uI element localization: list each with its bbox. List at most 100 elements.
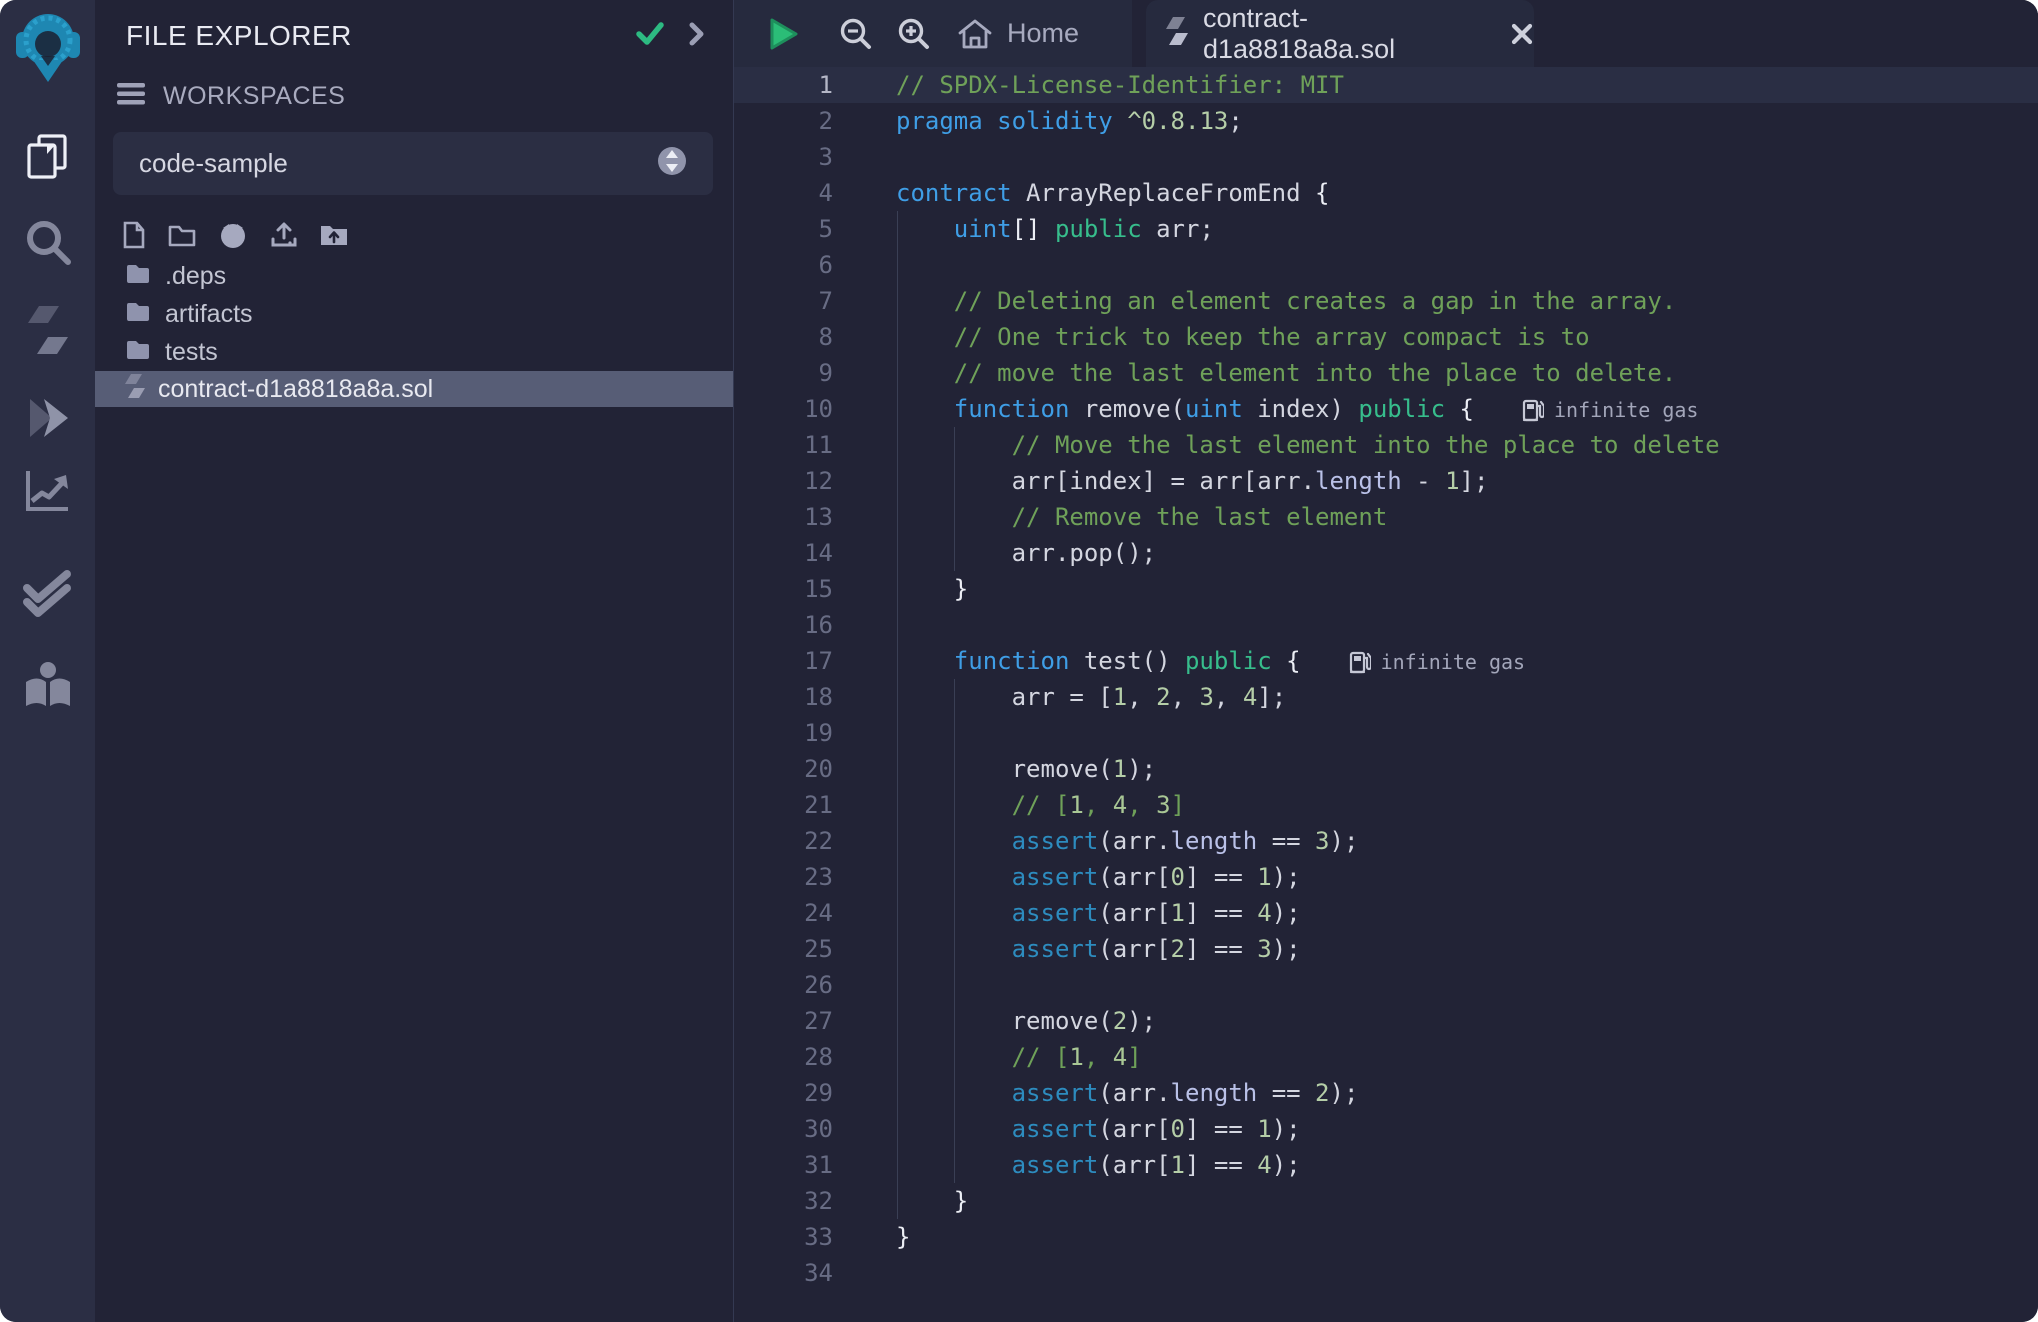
folder-row[interactable]: .deps [95,257,733,295]
line-number[interactable]: 18 [734,679,833,715]
code-line[interactable]: 32 } [734,1183,2038,1219]
line-number[interactable]: 4 [734,175,833,211]
code-line[interactable]: 7 // Deleting an element creates a gap i… [734,283,2038,319]
code-line[interactable]: 6 [734,247,2038,283]
code-line[interactable]: 1// SPDX-License-Identifier: MIT [734,67,2038,103]
code-line[interactable]: 22 assert(arr.length == 3); [734,823,2038,859]
code-line[interactable]: 14 arr.pop(); [734,535,2038,571]
code-line-content[interactable]: arr = [1, 2, 3, 4]; [833,679,1286,715]
code-line-content[interactable]: assert(arr[2] == 3); [833,931,1301,967]
new-folder-icon[interactable] [168,222,196,248]
code-line-content[interactable]: // Remove the last element [833,499,1387,535]
line-number[interactable]: 28 [734,1039,833,1075]
code-line[interactable]: 28 // [1, 4] [734,1039,2038,1075]
line-number[interactable]: 1 [734,67,833,103]
code-line[interactable]: 16 [734,607,2038,643]
code-line-content[interactable]: } [833,1183,968,1219]
line-number[interactable]: 33 [734,1219,833,1255]
code-line[interactable]: 21 // [1, 4, 3] [734,787,2038,823]
sidebar-item-solidity-compiler[interactable] [0,304,95,356]
code-line-content[interactable] [833,967,896,1003]
sidebar-item-search[interactable] [0,216,95,268]
code-line[interactable]: 13 // Remove the last element [734,499,2038,535]
code-line-content[interactable]: assert(arr.length == 3); [833,823,1358,859]
line-number[interactable]: 9 [734,355,833,391]
code-line-content[interactable]: contract ArrayReplaceFromEnd { [833,175,1329,211]
code-line-content[interactable] [833,1255,896,1291]
sidebar-item-deploy-and-run[interactable] [0,393,95,443]
code-line[interactable]: 17 function test() public {infinite gas [734,643,2038,679]
code-line-content[interactable]: function remove(uint index) public {infi… [833,391,1698,427]
zoom-in-button[interactable] [896,16,932,52]
line-number[interactable]: 29 [734,1075,833,1111]
code-line[interactable]: 34 [734,1255,2038,1291]
code-line[interactable]: 29 assert(arr.length == 2); [734,1075,2038,1111]
workspace-select[interactable]: code-sample [113,132,713,195]
line-number[interactable]: 7 [734,283,833,319]
code-line-content[interactable]: function test() public {infinite gas [833,643,1525,679]
line-number[interactable]: 22 [734,823,833,859]
sidebar-item-statistics[interactable] [0,465,95,515]
line-number[interactable]: 10 [734,391,833,427]
code-line[interactable]: 19 [734,715,2038,751]
line-number[interactable]: 17 [734,643,833,679]
code-line[interactable]: 4contract ArrayReplaceFromEnd { [734,175,2038,211]
code-line-content[interactable]: // SPDX-License-Identifier: MIT [833,67,1344,103]
code-line[interactable]: 2pragma solidity ^0.8.13; [734,103,2038,139]
code-line[interactable]: 10 function remove(uint index) public {i… [734,391,2038,427]
sidebar-item-learneth[interactable] [0,661,95,713]
hamburger-menu-icon[interactable] [116,81,146,112]
code-line-content[interactable]: assert(arr.length == 2); [833,1075,1358,1111]
line-number[interactable]: 15 [734,571,833,607]
line-number[interactable]: 32 [734,1183,833,1219]
tab-contract-file[interactable]: contract-d1a8818a8a.sol [1146,0,1534,67]
code-line[interactable]: 9 // move the last element into the plac… [734,355,2038,391]
upload-file-icon[interactable] [270,221,298,249]
upload-folder-icon[interactable] [320,223,348,247]
code-line[interactable]: 31 assert(arr[1] == 4); [734,1147,2038,1183]
line-number[interactable]: 2 [734,103,833,139]
line-number[interactable]: 3 [734,139,833,175]
accept-check-icon[interactable] [635,21,665,52]
code-line[interactable]: 27 remove(2); [734,1003,2038,1039]
code-line[interactable]: 23 assert(arr[0] == 1); [734,859,2038,895]
code-line-content[interactable]: // Deleting an element creates a gap in … [833,283,1676,319]
line-number[interactable]: 27 [734,1003,833,1039]
code-line-content[interactable]: assert(arr[1] == 4); [833,895,1301,931]
code-line-content[interactable]: // Move the last element into the place … [833,427,1720,463]
code-line-content[interactable]: assert(arr[1] == 4); [833,1147,1301,1183]
code-line[interactable]: 20 remove(1); [734,751,2038,787]
sidebar-item-solidity-unit-testing[interactable] [0,568,95,620]
code-line-content[interactable]: arr.pop(); [833,535,1156,571]
line-number[interactable]: 31 [734,1147,833,1183]
line-number[interactable]: 8 [734,319,833,355]
line-number[interactable]: 16 [734,607,833,643]
line-number[interactable]: 25 [734,931,833,967]
code-line-content[interactable]: assert(arr[0] == 1); [833,859,1301,895]
code-line-content[interactable]: } [833,1219,910,1255]
code-line-content[interactable]: // move the last element into the place … [833,355,1676,391]
code-line-content[interactable] [833,607,896,643]
code-line[interactable]: 8 // One trick to keep the array compact… [734,319,2038,355]
line-number[interactable]: 23 [734,859,833,895]
line-number[interactable]: 20 [734,751,833,787]
line-number[interactable]: 34 [734,1255,833,1291]
code-line-content[interactable] [833,139,896,175]
code-line-content[interactable] [833,715,896,751]
new-file-icon[interactable] [122,221,146,249]
code-line-content[interactable]: remove(2); [833,1003,1156,1039]
line-number[interactable]: 19 [734,715,833,751]
line-number[interactable]: 14 [734,535,833,571]
line-number[interactable]: 13 [734,499,833,535]
file-row-selected[interactable]: contract-d1a8818a8a.sol [95,371,733,407]
remix-logo[interactable] [0,6,95,90]
code-line-content[interactable] [833,247,896,283]
code-line[interactable]: 3 [734,139,2038,175]
collapse-chevron-icon[interactable] [687,21,705,52]
run-script-button[interactable] [766,16,800,52]
folder-row[interactable]: artifacts [95,295,733,333]
code-line[interactable]: 24 assert(arr[1] == 4); [734,895,2038,931]
code-line-content[interactable]: remove(1); [833,751,1156,787]
code-line[interactable]: 30 assert(arr[0] == 1); [734,1111,2038,1147]
tab-home[interactable]: Home [956,18,1079,50]
